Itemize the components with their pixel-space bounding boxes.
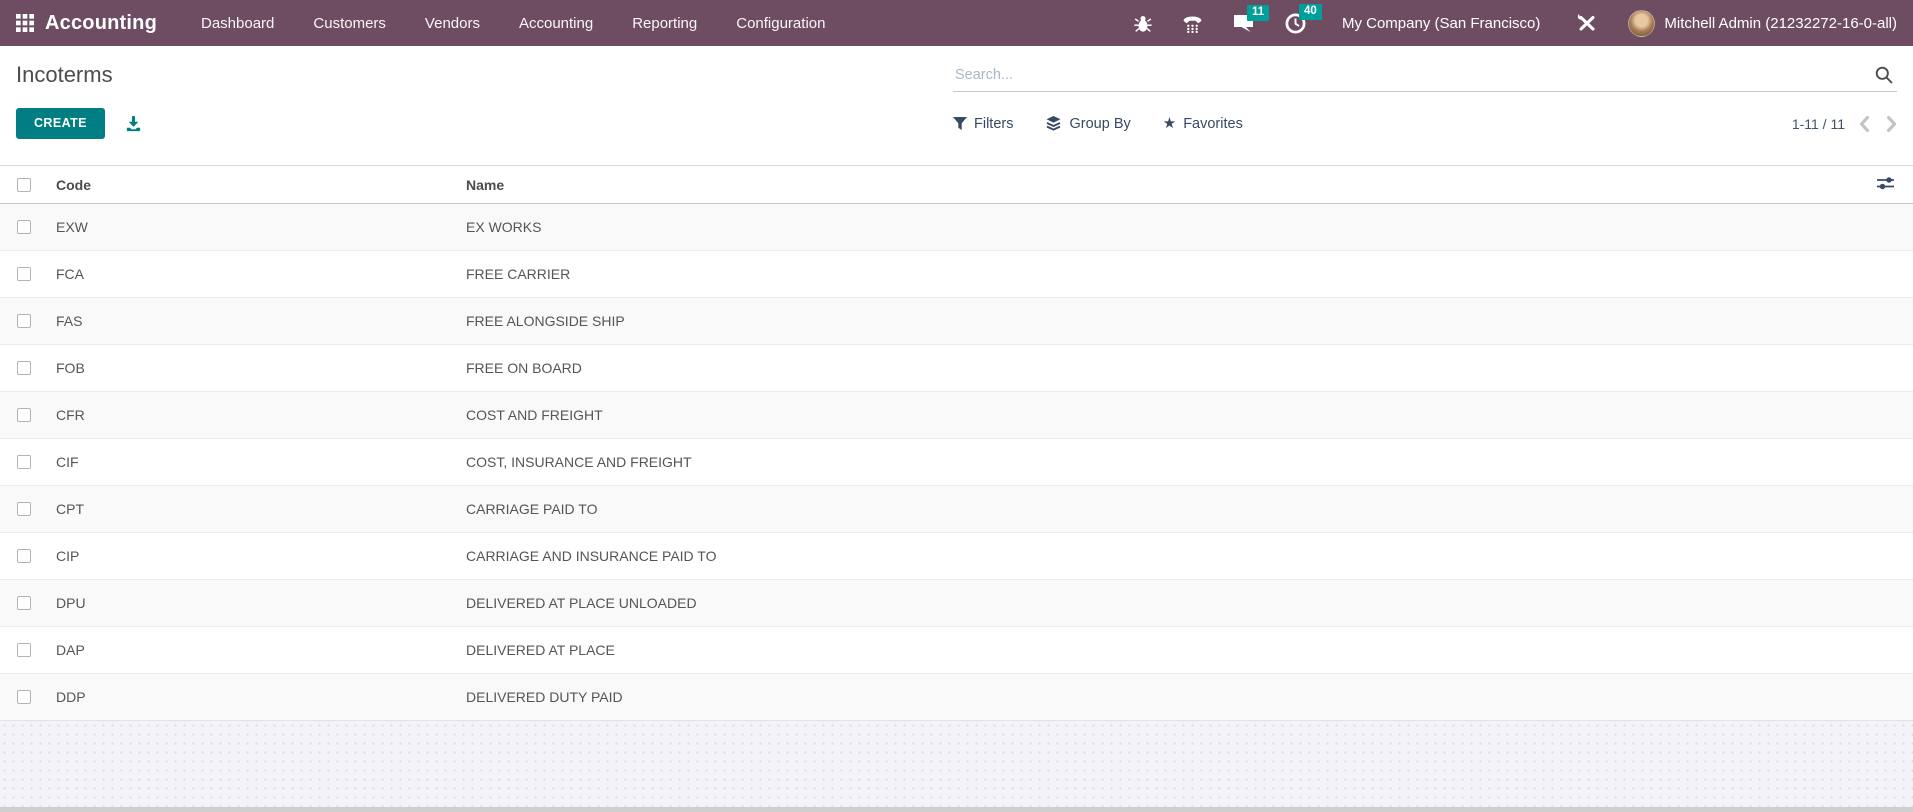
export-download-icon[interactable] xyxy=(125,115,142,132)
pager-next-icon[interactable] xyxy=(1886,115,1897,132)
company-switcher[interactable]: My Company (San Francisco) xyxy=(1342,15,1540,32)
select-all-checkbox[interactable] xyxy=(17,178,31,192)
developer-tools-icon[interactable] xyxy=(1576,12,1598,34)
cell-code: EXW xyxy=(56,219,88,235)
cell-name: DELIVERED AT PLACE xyxy=(458,626,1851,674)
cell-name: DELIVERED AT PLACE UNLOADED xyxy=(458,579,1851,627)
debug-bug-icon[interactable] xyxy=(1134,14,1152,33)
control-panel: Incoterms CREATE Filters xyxy=(0,46,1913,166)
cell-name: FREE ALONGSIDE SHIP xyxy=(458,297,1851,345)
cell-code: FCA xyxy=(48,250,458,298)
menu-customers[interactable]: Customers xyxy=(313,15,386,32)
messages-count-badge: 11 xyxy=(1246,4,1270,21)
table-row[interactable]: FAS FREE ALONGSIDE SHIP xyxy=(0,297,1913,345)
table-row[interactable]: DAP DELIVERED AT PLACE xyxy=(0,626,1913,674)
pager-prev-icon[interactable] xyxy=(1859,115,1870,132)
app-name[interactable]: Accounting xyxy=(45,12,157,35)
table-row[interactable]: DPU DELIVERED AT PLACE UNLOADED xyxy=(0,579,1913,627)
row-checkbox[interactable] xyxy=(17,314,31,328)
cell-name: COST AND FREIGHT xyxy=(458,391,1851,439)
cell-name: CARRIAGE PAID TO xyxy=(458,485,1851,533)
row-checkbox[interactable] xyxy=(17,549,31,563)
webclient-background xyxy=(0,720,1913,812)
group-by-layers-icon xyxy=(1045,116,1062,131)
pager: 1-11 / 11 xyxy=(1791,115,1897,132)
cell-code: DPU xyxy=(48,579,458,627)
favorites-star-icon: ★ xyxy=(1162,115,1177,132)
row-checkbox[interactable] xyxy=(17,220,31,234)
cell-name: COST, INSURANCE AND FREIGHT xyxy=(458,438,1851,486)
table-row[interactable]: CFR COST AND FREIGHT xyxy=(0,391,1913,439)
search-bar[interactable] xyxy=(953,60,1897,92)
user-menu[interactable]: Mitchell Admin (21232272-16-0-all) xyxy=(1628,9,1897,37)
table-row[interactable]: FOB FREE ON BOARD xyxy=(0,344,1913,392)
cell-code: FAS xyxy=(48,297,458,345)
cell-code: CIP xyxy=(48,532,458,580)
window-bottom-edge xyxy=(0,807,1913,812)
cell-code: FOB xyxy=(48,344,458,392)
action-buttons: CREATE xyxy=(16,108,953,139)
row-checkbox[interactable] xyxy=(17,643,31,657)
cell-code: CPT xyxy=(48,485,458,533)
column-header-name[interactable]: Name xyxy=(458,166,1851,204)
table-row[interactable]: EXW EX WORKS xyxy=(0,203,1913,251)
filters-button[interactable]: Filters xyxy=(953,116,1013,132)
row-checkbox[interactable] xyxy=(17,502,31,516)
search-icon[interactable] xyxy=(1875,66,1893,84)
cell-name: DELIVERED DUTY PAID xyxy=(458,673,1851,720)
apps-menu-button[interactable] xyxy=(16,14,34,32)
column-header-code[interactable]: Code xyxy=(48,166,458,204)
apps-grid-icon xyxy=(16,14,34,32)
systray: 11 40 My Company (San Francisco) Mitchel… xyxy=(1104,3,1897,37)
activities-clock-icon[interactable]: 40 xyxy=(1285,3,1322,34)
cell-code: DAP xyxy=(48,626,458,674)
table-row[interactable]: FCA FREE CARRIER xyxy=(0,250,1913,298)
menu-configuration[interactable]: Configuration xyxy=(736,15,825,32)
table-row[interactable]: DDP DELIVERED DUTY PAID xyxy=(0,673,1913,720)
pager-range: 1-11 / 11 xyxy=(1791,115,1845,132)
voip-phone-icon[interactable] xyxy=(1182,14,1203,33)
user-name: Mitchell Admin (21232272-16-0-all) xyxy=(1664,14,1897,32)
list-header-row: Code Name xyxy=(0,166,1913,204)
table-row[interactable]: CIF COST, INSURANCE AND FREIGHT xyxy=(0,438,1913,486)
row-checkbox[interactable] xyxy=(17,455,31,469)
filter-funnel-icon xyxy=(953,116,967,131)
row-checkbox[interactable] xyxy=(17,267,31,281)
row-checkbox[interactable] xyxy=(17,596,31,610)
cell-code: DDP xyxy=(48,673,458,720)
user-avatar xyxy=(1628,9,1656,37)
menu-dashboard[interactable]: Dashboard xyxy=(201,15,274,32)
cell-name: EX WORKS xyxy=(466,219,542,235)
activities-count-badge: 40 xyxy=(1298,3,1322,20)
cell-name: FREE CARRIER xyxy=(458,250,1851,298)
table-row[interactable]: CPT CARRIAGE PAID TO xyxy=(0,485,1913,533)
cell-name: FREE ON BOARD xyxy=(458,344,1851,392)
create-button[interactable]: CREATE xyxy=(16,108,105,139)
menu-vendors[interactable]: Vendors xyxy=(425,15,480,32)
search-input[interactable] xyxy=(955,67,1875,83)
group-by-button[interactable]: Group By xyxy=(1045,116,1131,132)
row-checkbox[interactable] xyxy=(17,361,31,375)
incoterms-list: Code Name EXW EX WORKS FCA FREE CARRIER … xyxy=(0,166,1913,720)
optional-columns-icon[interactable] xyxy=(1876,176,1895,191)
row-checkbox[interactable] xyxy=(17,690,31,704)
top-nav-bar: Accounting Dashboard Customers Vendors A… xyxy=(0,0,1913,46)
table-row[interactable]: CIP CARRIAGE AND INSURANCE PAID TO xyxy=(0,532,1913,580)
favorites-button[interactable]: ★ Favorites xyxy=(1163,116,1243,132)
cell-code: CIF xyxy=(48,438,458,486)
search-facets-row: Filters Group By ★ Favorites 1-11 / 11 xyxy=(953,108,1897,139)
menu-reporting[interactable]: Reporting xyxy=(632,15,697,32)
messages-icon[interactable]: 11 xyxy=(1233,4,1270,33)
row-checkbox[interactable] xyxy=(17,408,31,422)
page-title: Incoterms xyxy=(16,62,113,87)
top-menu: Dashboard Customers Vendors Accounting R… xyxy=(201,15,825,32)
menu-accounting[interactable]: Accounting xyxy=(519,15,593,32)
cell-name: CARRIAGE AND INSURANCE PAID TO xyxy=(458,532,1851,580)
cell-code: CFR xyxy=(48,391,458,439)
